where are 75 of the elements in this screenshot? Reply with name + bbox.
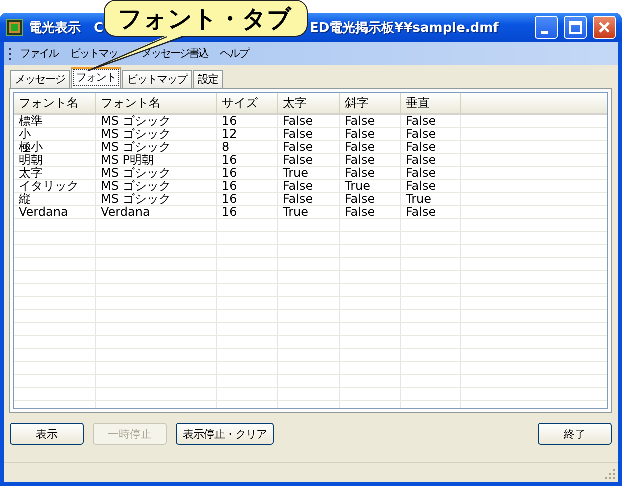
column-header[interactable]: フォント名 [96, 93, 216, 114]
table-cell: False [340, 192, 400, 206]
table-cell: MS P明朝 [96, 154, 216, 166]
table-cell: 明朝 [14, 154, 96, 166]
table-cell: MS ゴシック [96, 192, 216, 206]
tab[interactable]: フォント [71, 67, 121, 88]
table-cell: False [278, 192, 340, 206]
table-cell: False [340, 128, 400, 140]
table-cell: True [340, 180, 400, 192]
table-cell: False [278, 114, 340, 128]
table-cell: True [278, 166, 340, 180]
table-cell: 16 [216, 180, 278, 192]
table-cell: False [400, 140, 460, 154]
exit-button[interactable]: 終了 [538, 423, 612, 445]
table-cell: Verdana [96, 206, 216, 218]
minimize-icon [541, 31, 548, 34]
menu-item[interactable]: メッセージ書込 [136, 46, 214, 61]
grip-icon [8, 46, 12, 60]
table-cell: 太字 [14, 166, 96, 180]
table-cell: False [278, 140, 340, 154]
callout-text: フォント・タブ [118, 4, 292, 34]
table-cell: False [278, 154, 340, 166]
table-cell: 小 [14, 128, 96, 140]
app-icon [6, 19, 23, 36]
table-cell: MS ゴシック [96, 114, 216, 128]
table-cell: 極小 [14, 140, 96, 154]
column-header[interactable]: フォント名 [14, 93, 96, 114]
table-cell: False [278, 128, 340, 140]
column-header[interactable]: 太字 [278, 93, 340, 114]
table-cell: False [400, 114, 460, 128]
window-title: ED電光掲示板¥¥sample.dmf [310, 20, 499, 36]
table-cell: MS ゴシック [96, 128, 216, 140]
column-header[interactable]: 斜字 [340, 93, 400, 114]
table-cell: False [400, 180, 460, 192]
table-cell: True [400, 192, 460, 206]
resize-grip-icon [604, 468, 616, 480]
table-cell: 縦 [14, 192, 96, 206]
close-button[interactable] [593, 16, 616, 39]
table-cell: False [400, 128, 460, 140]
menu-item[interactable]: ビットマッ [64, 46, 124, 61]
table-cell: False [400, 166, 460, 180]
table-cell: False [400, 206, 460, 218]
table-cell: 16 [216, 166, 278, 180]
table-cell: False [340, 140, 400, 154]
table-cell: MS ゴシック [96, 180, 216, 192]
menu-item[interactable]: ファイル [14, 46, 64, 61]
menu-item[interactable]: ヘルプ [214, 46, 254, 61]
column-header[interactable]: 垂直 [400, 93, 460, 114]
tab[interactable]: ビットマップ [122, 70, 192, 88]
table-cell: 標準 [14, 114, 96, 128]
table-cell: False [340, 166, 400, 180]
table-cell: True [278, 206, 340, 218]
table-cell: False [340, 114, 400, 128]
table-cell: 16 [216, 114, 278, 128]
minimize-button[interactable] [535, 16, 558, 39]
table-cell: False [278, 180, 340, 192]
table-cell: イタリック [14, 180, 96, 192]
table-cell: MS ゴシック [96, 140, 216, 154]
table-cell: 12 [216, 128, 278, 140]
window-title: 電光表示 C [29, 20, 104, 36]
table-cell: 16 [216, 154, 278, 166]
button[interactable]: 表示 [10, 423, 84, 445]
column-header[interactable]: サイズ [216, 93, 278, 114]
tab[interactable]: 設定 [193, 70, 223, 88]
table-cell: False [400, 154, 460, 166]
table-cell: Verdana [14, 206, 96, 218]
button[interactable]: 表示停止・クリア [176, 423, 274, 445]
tab[interactable]: メッセージ [10, 70, 70, 88]
table-cell: False [340, 206, 400, 218]
table-cell: MS ゴシック [96, 166, 216, 180]
table-cell: 16 [216, 192, 278, 206]
table-cell: 16 [216, 206, 278, 218]
table-cell: 8 [216, 140, 278, 154]
maximize-button[interactable] [564, 16, 587, 39]
table-cell: False [340, 154, 400, 166]
